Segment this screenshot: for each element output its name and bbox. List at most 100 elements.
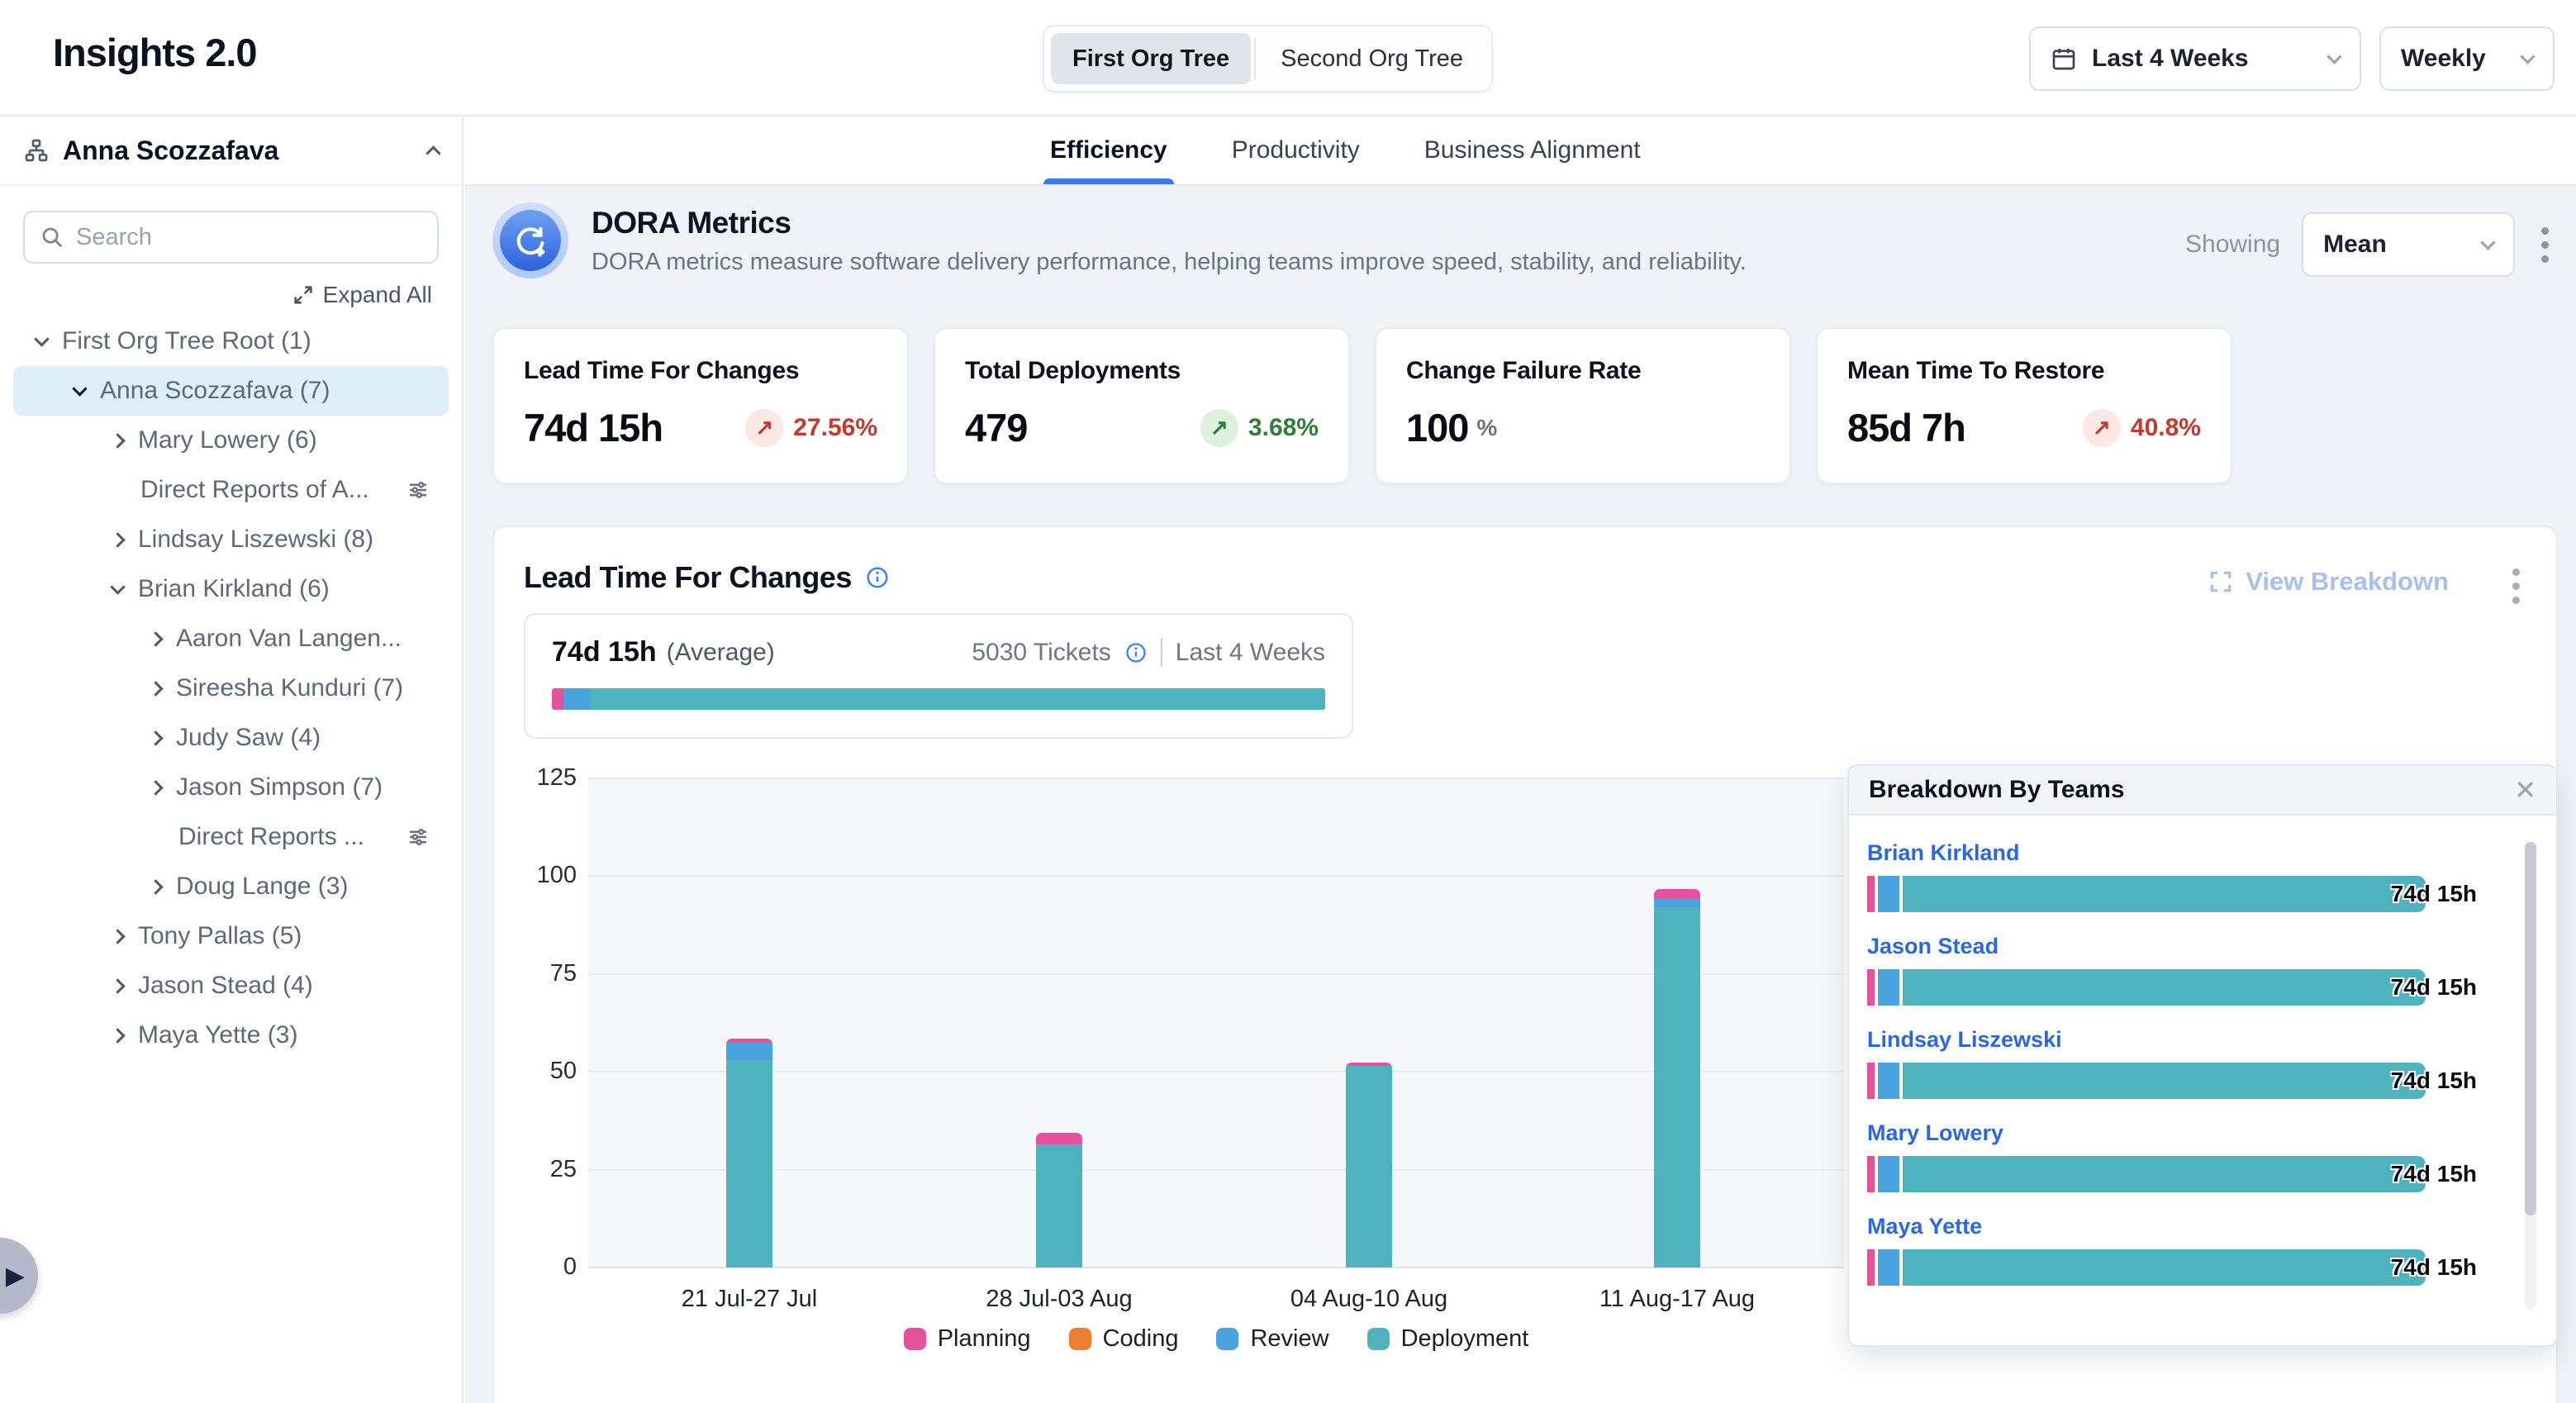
- chevron-down-icon: [2326, 49, 2341, 64]
- chart-legend: PlanningCodingReviewDeployment: [588, 1325, 1844, 1353]
- scrollbar-thumb[interactable]: [2525, 842, 2536, 1215]
- chevron-right-icon[interactable]: [148, 879, 163, 894]
- legend-item-review: Review: [1216, 1325, 1328, 1353]
- tree-item[interactable]: Doug Lange (3): [13, 862, 449, 911]
- tree-item-label: Jason Stead (4): [138, 972, 313, 1000]
- expand-all-button[interactable]: Expand All: [0, 282, 432, 308]
- breakdown-bar: 74d 15h: [1867, 1156, 2426, 1192]
- chevron-right-icon[interactable]: [110, 1028, 125, 1043]
- aggregation-select[interactable]: Mean: [2302, 212, 2515, 277]
- date-range-value: Last 4 Weeks: [2092, 45, 2249, 73]
- metric-card-suffix: %: [1476, 415, 1497, 441]
- metric-card-value-row: 100%: [1406, 405, 1760, 450]
- showing-label: Showing: [2185, 231, 2280, 259]
- play-icon: ▶: [6, 1262, 25, 1291]
- metric-card: Lead Time For Changes74d 15h↗27.56%: [492, 327, 909, 484]
- tree-item[interactable]: Anna Scozzafava (7): [13, 366, 449, 416]
- chart-menu-kebab-icon[interactable]: [2507, 564, 2525, 609]
- tree-item[interactable]: Direct Reports ...: [13, 812, 449, 862]
- date-range-select[interactable]: Last 4 Weeks: [2029, 26, 2361, 91]
- y-tick-label: 25: [519, 1156, 577, 1183]
- tree-item[interactable]: Jason Simpson (7): [13, 763, 449, 812]
- granularity-value: Weekly: [2401, 45, 2486, 73]
- breakdown-bar-value: 74d 15h: [2391, 1161, 2477, 1187]
- chevron-right-icon[interactable]: [110, 532, 125, 547]
- search-box: [23, 211, 439, 264]
- y-tick-label: 50: [519, 1058, 577, 1085]
- breakdown-title: Breakdown By Teams: [1869, 776, 2125, 804]
- tab-business-alignment[interactable]: Business Alignment: [1418, 117, 1647, 184]
- view-breakdown-button[interactable]: View Breakdown: [2208, 567, 2449, 597]
- tree-item-label: Aaron Van Langen...: [176, 625, 402, 653]
- tree-item[interactable]: Jason Stead (4): [13, 961, 449, 1011]
- calendar-icon: [2051, 45, 2077, 72]
- tree-item-label: First Org Tree Root (1): [62, 327, 311, 355]
- chevron-down-icon[interactable]: [110, 579, 125, 594]
- chevron-right-icon[interactable]: [110, 978, 125, 993]
- stacked-bar[interactable]: [726, 1039, 772, 1267]
- breakdown-team-link[interactable]: Mary Lowery: [1867, 1120, 2556, 1146]
- breakdown-team-link[interactable]: Brian Kirkland: [1867, 840, 2556, 866]
- tree-item[interactable]: Direct Reports of A...: [13, 465, 449, 515]
- tree-item-label: Lindsay Liszewski (8): [138, 526, 373, 554]
- tree-item-label: Anna Scozzafava (7): [100, 377, 330, 405]
- tree-item[interactable]: Lindsay Liszewski (8): [13, 515, 449, 564]
- breakdown-team-link[interactable]: Jason Stead: [1867, 934, 2556, 959]
- sidebar-header[interactable]: Anna Scozzafava: [0, 117, 462, 186]
- legend-swatch: [1216, 1328, 1238, 1350]
- search-input[interactable]: [76, 224, 422, 251]
- collapse-chevron-icon[interactable]: [425, 145, 440, 160]
- chevron-right-icon[interactable]: [110, 929, 125, 944]
- tree-item-label: Jason Simpson (7): [176, 773, 383, 801]
- tab-efficiency[interactable]: Efficiency: [1043, 117, 1174, 184]
- trend-badge: ↗3.68%: [1200, 409, 1319, 447]
- granularity-select[interactable]: Weekly: [2379, 26, 2555, 91]
- tab-productivity[interactable]: Productivity: [1225, 117, 1366, 184]
- chevron-right-icon[interactable]: [148, 780, 163, 795]
- dora-menu-kebab-icon[interactable]: [2536, 222, 2554, 268]
- chevron-right-icon[interactable]: [148, 631, 163, 646]
- stacked-bar[interactable]: [1654, 889, 1700, 1267]
- tree-item[interactable]: Maya Yette (3): [13, 1011, 449, 1060]
- stacked-bar[interactable]: [1036, 1133, 1082, 1267]
- chevron-right-icon[interactable]: [148, 681, 163, 696]
- tree-item[interactable]: Judy Saw (4): [13, 713, 449, 763]
- filter-sliders-icon[interactable]: [406, 825, 430, 849]
- metric-card-value-row: 74d 15h ↗27.56%: [524, 405, 877, 450]
- info-icon[interactable]: [1124, 641, 1148, 664]
- trend-badge: ↗27.56%: [745, 409, 877, 447]
- metric-card-value: 100: [1406, 405, 1468, 450]
- metric-card: Mean Time To Restore85d 7h↗40.8%: [1816, 327, 2232, 484]
- summary-bar-segment-planning: [552, 688, 563, 710]
- trend-up-icon: ↗: [745, 409, 783, 447]
- breakdown-team-link[interactable]: Maya Yette: [1867, 1214, 2556, 1239]
- breakdown-bar-segment-deployment: 74d 15h: [1903, 1156, 2426, 1192]
- stacked-bar[interactable]: [1346, 1063, 1392, 1267]
- tree-item[interactable]: First Org Tree Root (1): [13, 316, 449, 366]
- breakdown-team-link[interactable]: Lindsay Liszewski: [1867, 1027, 2556, 1053]
- breakdown-bar-segment-review: [1878, 876, 1899, 912]
- breakdown-bar-segment-planning: [1867, 1156, 1875, 1192]
- metric-card-value-row: 479↗3.68%: [965, 405, 1319, 450]
- tree-item[interactable]: Aaron Van Langen...: [13, 614, 449, 663]
- org-toggle-option[interactable]: Second Org Tree: [1259, 33, 1485, 84]
- breakdown-scrollbar[interactable]: [2525, 842, 2536, 1310]
- breakdown-rows: Brian Kirkland 74d 15h Jason Stead 74d 15h L…: [1849, 816, 2556, 1286]
- gridline: [588, 778, 1844, 779]
- breakdown-bar-value: 74d 15h: [2391, 1068, 2477, 1094]
- chevron-right-icon[interactable]: [110, 433, 125, 448]
- org-toggle-option[interactable]: First Org Tree: [1051, 33, 1251, 84]
- metric-card-value: 74d 15h: [524, 405, 663, 450]
- topbar: Insights 2.0 First Org TreeSecond Org Tr…: [0, 0, 2576, 117]
- tree-item[interactable]: Tony Pallas (5): [13, 911, 449, 961]
- breakdown-bar-segment-review: [1878, 969, 1899, 1006]
- sidebar: Anna Scozzafava Expand All First Org Tre…: [0, 117, 463, 1403]
- tree-item[interactable]: Brian Kirkland (6): [13, 564, 449, 614]
- chevron-down-icon[interactable]: [34, 331, 49, 346]
- chevron-right-icon[interactable]: [148, 730, 163, 745]
- close-icon[interactable]: ✕: [2514, 777, 2536, 803]
- chevron-down-icon[interactable]: [72, 381, 87, 396]
- tree-item[interactable]: Sireesha Kunduri (7): [13, 663, 449, 713]
- filter-sliders-icon[interactable]: [406, 478, 430, 502]
- tree-item[interactable]: Mary Lowery (6): [13, 416, 449, 465]
